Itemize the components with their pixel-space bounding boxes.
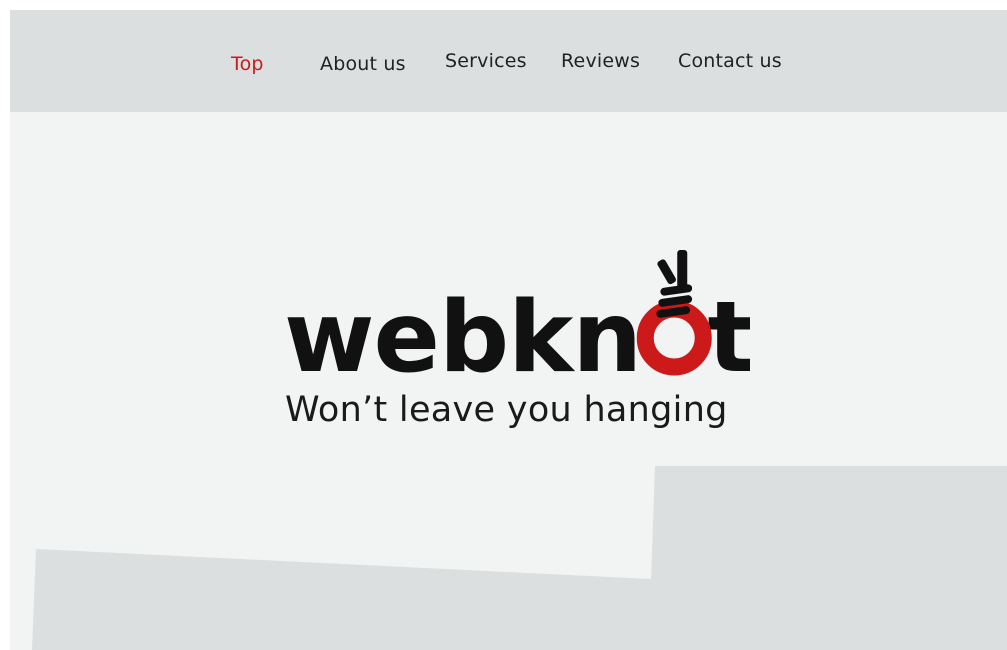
nav-link-about-us[interactable]: About us xyxy=(320,53,406,75)
nav-link-reviews[interactable]: Reviews xyxy=(561,50,640,72)
nav-link-top[interactable]: Top xyxy=(231,53,264,75)
background-gray-polygon xyxy=(32,466,1007,650)
tagline: Won’t leave you hanging xyxy=(285,390,728,430)
page-frame: Top About us Services Reviews Contact us… xyxy=(10,10,1007,650)
nav-link-services[interactable]: Services xyxy=(445,50,527,72)
hero-section: webknot Won’t leave you hanging xyxy=(10,112,1007,650)
nav-link-contact-us[interactable]: Contact us xyxy=(678,50,782,72)
top-navbar: Top About us Services Reviews Contact us xyxy=(10,10,1007,112)
